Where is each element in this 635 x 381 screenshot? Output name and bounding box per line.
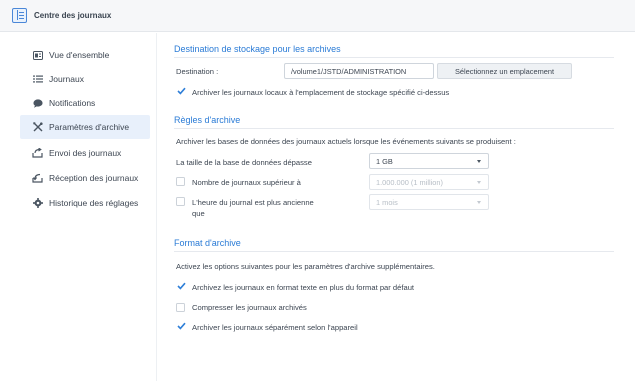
sidebar-item-overview[interactable]: Vue d'ensemble — [22, 43, 152, 67]
format-description: Activez les options suivantes pour les p… — [176, 262, 435, 271]
select-location-button[interactable]: Sélectionnez un emplacement — [437, 63, 572, 79]
app-title: Centre des journaux — [34, 11, 112, 20]
separate-by-device-checkbox[interactable] — [176, 321, 186, 331]
checkmark-icon — [176, 87, 186, 95]
compress-label: Compresser les journaux archivés — [192, 303, 307, 312]
log-count-value: 1.000.000 (1 million) — [376, 178, 443, 187]
sidebar-item-label: Vue d'ensemble — [49, 50, 110, 60]
log-count-label: Nombre de journaux supérieur à — [192, 178, 301, 187]
tools-icon — [32, 122, 43, 133]
chevron-down-icon — [477, 160, 481, 163]
log-age-label-line2: que — [192, 209, 205, 218]
sidebar-item-notifications[interactable]: Notifications — [22, 91, 152, 115]
db-size-label: La taille de la base de données dépasse — [176, 158, 312, 167]
rules-section-title: Règles d'archive — [174, 115, 241, 125]
log-age-value: 1 mois — [376, 198, 398, 207]
log-center-window: Centre des journaux Vue d'ensemble Journ… — [0, 0, 635, 381]
sidebar-item-label: Paramètres d'archive — [49, 122, 130, 132]
log-center-app-icon — [12, 8, 27, 23]
db-size-select[interactable]: 1 GB — [369, 153, 489, 169]
separate-by-device-label: Archiver les journaux séparément selon l… — [192, 323, 358, 332]
list-icon — [32, 74, 43, 85]
sidebar-item-settings-history[interactable]: Historique des réglages — [22, 191, 152, 215]
format-section-title: Format d'archive — [174, 238, 241, 248]
sidebar-item-log-receiving[interactable]: Réception des journaux — [22, 166, 152, 190]
sidebar-item-log-sending[interactable]: Envoi des journaux — [22, 141, 152, 165]
checkmark-icon — [176, 322, 186, 330]
log-age-checkbox[interactable] — [176, 197, 185, 206]
sidebar-item-label: Historique des réglages — [49, 198, 139, 208]
title-bar: Centre des journaux — [0, 0, 635, 32]
sidebar: Vue d'ensemble Journaux Notifications Pa… — [0, 33, 157, 381]
text-format-label: Archivez les journaux en format texte en… — [192, 283, 415, 292]
archive-local-label: Archiver les journaux locaux à l'emplace… — [192, 88, 450, 97]
rules-description: Archiver les bases de données des journa… — [176, 137, 516, 146]
destination-path-field[interactable]: /volume1/JSTD/ADMINISTRATION — [284, 63, 434, 79]
chevron-down-icon — [477, 181, 481, 184]
text-format-checkbox[interactable] — [176, 281, 186, 291]
section-divider — [174, 57, 614, 58]
log-age-label-line1: L'heure du journal est plus ancienne — [192, 198, 314, 207]
checkmark-icon — [176, 282, 186, 290]
receive-icon — [32, 173, 43, 184]
section-divider — [174, 128, 614, 129]
gear-icon — [32, 198, 43, 209]
sidebar-item-label: Envoi des journaux — [49, 148, 122, 158]
section-divider — [174, 251, 614, 252]
overview-icon — [32, 50, 43, 61]
speech-bubble-icon — [32, 98, 43, 109]
sidebar-item-archive-settings[interactable]: Paramètres d'archive — [20, 115, 150, 139]
sidebar-item-label: Réception des journaux — [49, 173, 139, 183]
storage-section-title: Destination de stockage pour les archive… — [174, 44, 341, 54]
log-count-checkbox[interactable] — [176, 177, 185, 186]
sidebar-item-label: Journaux — [49, 74, 84, 84]
sidebar-item-label: Notifications — [49, 98, 96, 108]
chevron-down-icon — [477, 201, 481, 204]
destination-label: Destination : — [176, 67, 219, 76]
log-count-select[interactable]: 1.000.000 (1 million) — [369, 174, 489, 190]
log-age-select[interactable]: 1 mois — [369, 194, 489, 210]
db-size-value: 1 GB — [376, 157, 393, 166]
archive-local-checkbox[interactable] — [176, 86, 186, 96]
compress-checkbox[interactable] — [176, 303, 185, 312]
sidebar-item-logs[interactable]: Journaux — [22, 67, 152, 91]
send-icon — [32, 148, 43, 159]
